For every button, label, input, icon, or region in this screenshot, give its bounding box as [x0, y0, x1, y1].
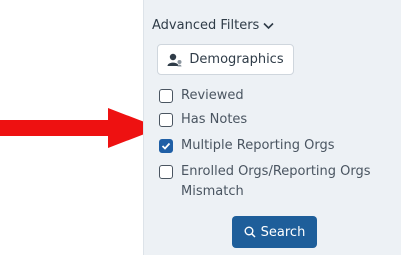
filter-has-notes[interactable]: Has Notes — [159, 110, 247, 130]
search-button[interactable]: Search — [232, 216, 317, 248]
advanced-filters-panel: Advanced Filters Demographics Reviewed H… — [143, 0, 401, 255]
demographics-label: Demographics — [189, 52, 284, 67]
has-notes-label: Has Notes — [181, 112, 248, 127]
advanced-filters-toggle[interactable]: Advanced Filters — [152, 18, 274, 33]
filter-multiple-reporting-orgs[interactable]: Multiple Reporting Orgs — [159, 136, 334, 156]
multiple-reporting-orgs-label: Multiple Reporting Orgs — [181, 138, 335, 153]
search-icon — [244, 226, 256, 238]
advanced-filters-label: Advanced Filters — [152, 18, 260, 33]
reviewed-checkbox[interactable] — [159, 89, 173, 103]
multiple-reporting-orgs-checkbox[interactable] — [159, 139, 173, 153]
has-notes-checkbox[interactable] — [159, 113, 173, 127]
enrolled-orgs-mismatch-label: Enrolled Orgs/Reporting Orgs Mismatch — [181, 164, 371, 199]
search-label: Search — [260, 224, 306, 240]
filter-enrolled-orgs-mismatch[interactable]: Enrolled Orgs/Reporting Orgs Mismatch — [159, 162, 379, 202]
filter-reviewed[interactable]: Reviewed — [159, 86, 244, 106]
right-arrow-icon — [0, 108, 160, 148]
reviewed-label: Reviewed — [181, 88, 244, 103]
chevron-down-icon — [263, 22, 274, 29]
demographics-button[interactable]: Demographics — [157, 44, 294, 75]
enrolled-orgs-mismatch-checkbox[interactable] — [159, 165, 173, 179]
checkmark-icon — [161, 142, 171, 150]
user-group-icon — [167, 53, 182, 66]
